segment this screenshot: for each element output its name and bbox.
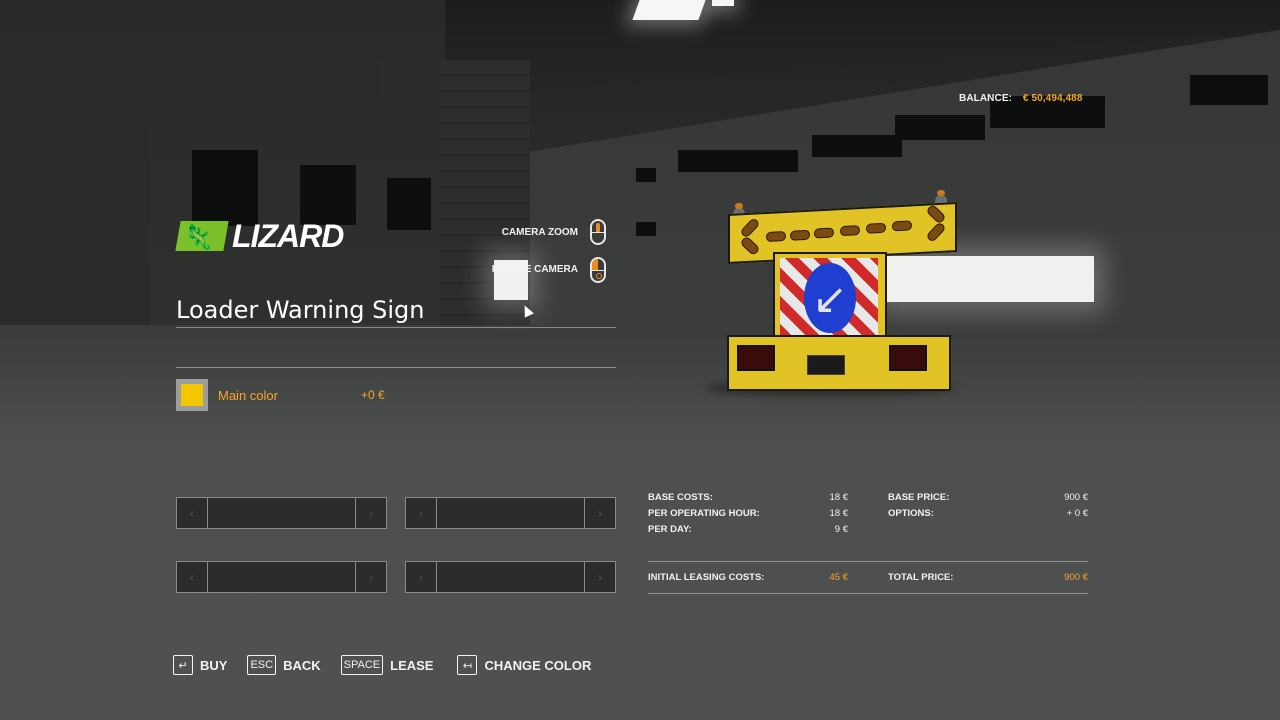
amber-light	[790, 229, 810, 241]
keep-left-arrow-icon: ↙	[804, 263, 856, 333]
per-hour-label: PER OPERATING HOUR:	[648, 508, 760, 519]
base-price-label: BASE PRICE:	[888, 492, 950, 503]
options-value: + 0 €	[1066, 508, 1088, 519]
enter-key-icon: ↵	[173, 655, 193, 675]
amber-light	[739, 235, 761, 257]
license-plate-holder	[807, 355, 845, 375]
amber-light	[925, 203, 947, 225]
title-divider	[176, 327, 616, 328]
vehicle-title: Loader Warning Sign	[176, 296, 425, 324]
camera-zoom-hint: CAMERA ZOOM	[466, 227, 578, 238]
window	[380, 58, 432, 98]
change-color-button[interactable]: ↤ CHANGE COLOR	[457, 655, 591, 675]
window	[387, 178, 431, 230]
window	[895, 115, 985, 140]
brand-name: LIZARD	[232, 218, 344, 254]
options-label: OPTIONS:	[888, 508, 934, 519]
back-label: BACK	[283, 657, 321, 673]
selector-next-button[interactable]: ›	[355, 562, 386, 592]
per-day-label: PER DAY:	[648, 524, 692, 535]
hangar-left-panel	[0, 115, 150, 330]
selector-value	[208, 562, 355, 592]
tail-light-right	[889, 345, 927, 371]
total-price-label: TOTAL PRICE:	[888, 572, 954, 583]
amber-light	[866, 222, 886, 234]
selector-next-button[interactable]: ›	[355, 498, 386, 528]
option-selector[interactable]: ‹ ›	[405, 497, 616, 529]
backspace-key-icon: ↤	[457, 655, 478, 675]
window	[678, 150, 798, 172]
selector-value	[437, 498, 584, 528]
amber-light	[739, 217, 761, 239]
config-label: Main color	[218, 387, 278, 403]
amber-light	[766, 230, 786, 243]
red-white-stripes: ↙	[780, 258, 878, 338]
esc-key-icon: ESC	[247, 655, 277, 675]
per-hour-value: 18 €	[829, 508, 849, 519]
option-selector[interactable]: ‹ ›	[176, 497, 387, 529]
tail-light-left	[737, 345, 775, 371]
mouse-left-drag-icon	[590, 257, 606, 283]
config-divider	[176, 367, 616, 368]
buy-button[interactable]: ↵ BUY	[173, 655, 227, 675]
window	[300, 165, 356, 225]
window	[812, 135, 902, 157]
base-costs-value: 18 €	[829, 492, 849, 503]
leasing-costs-label: INITIAL LEASING COSTS:	[648, 572, 765, 583]
balance-value: € 50,494,488	[1022, 93, 1083, 104]
buy-label: BUY	[200, 657, 228, 673]
amber-light	[840, 225, 860, 237]
balance-label: BALANCE:	[959, 93, 1013, 104]
base-price-value: 900 €	[1064, 492, 1088, 503]
selector-prev-button[interactable]: ‹	[177, 498, 208, 528]
window	[636, 168, 656, 182]
rotate-camera-label: ROTATE CAMERA	[491, 264, 578, 275]
brand-logo: 🦎 LIZARD	[175, 218, 344, 254]
selector-value	[208, 498, 355, 528]
window	[192, 150, 258, 226]
lizard-logo-icon: 🦎	[175, 221, 229, 251]
selector-prev-button[interactable]: ‹	[177, 562, 208, 592]
back-button[interactable]: ESC BACK	[247, 655, 321, 675]
vehicle-preview-loader-warning-sign[interactable]: ↙	[705, 190, 957, 405]
totals-divider-bottom	[648, 593, 1088, 594]
leasing-costs-value: 45 €	[829, 572, 849, 583]
skylight	[632, 0, 706, 20]
color-swatch[interactable]	[176, 379, 208, 411]
lease-button[interactable]: SPACE LEASE	[340, 655, 434, 675]
base-costs-label: BASE COSTS:	[648, 492, 713, 503]
selector-prev-button[interactable]: ‹	[406, 498, 437, 528]
option-selector[interactable]: ‹ ›	[405, 561, 616, 593]
rotate-camera-hint: ROTATE CAMERA	[466, 264, 578, 275]
window	[636, 222, 656, 236]
selector-value	[437, 562, 584, 592]
lease-label: LEASE	[390, 657, 434, 673]
total-price-value: 900 €	[1064, 572, 1088, 583]
config-price: +0 €	[361, 388, 385, 402]
selector-next-button[interactable]: ›	[584, 498, 615, 528]
action-bar: ↵ BUY ESC BACK SPACE LEASE ↤ CHANGE COLO…	[173, 655, 601, 675]
shop-3d-scene: ↙	[0, 0, 1280, 720]
config-item-main-color[interactable]: Main color +0 €	[176, 379, 385, 411]
per-day-value: 9 €	[834, 524, 848, 535]
mouse-wheel-icon	[590, 219, 606, 245]
option-selector[interactable]: ‹ ›	[176, 561, 387, 593]
space-key-icon: SPACE	[340, 655, 384, 675]
warning-panel: ↙	[773, 252, 887, 346]
selector-prev-button[interactable]: ‹	[406, 562, 437, 592]
color-swatch-fill	[181, 384, 203, 406]
window	[1190, 75, 1268, 105]
skylight	[712, 0, 734, 6]
sign-base-frame	[727, 335, 951, 391]
change-color-label: CHANGE COLOR	[484, 657, 592, 673]
amber-light	[892, 220, 912, 232]
totals-divider-top	[648, 561, 1088, 562]
camera-zoom-label: CAMERA ZOOM	[501, 227, 578, 238]
balance-display: BALANCE: € 50,494,488	[959, 93, 1083, 104]
amber-light	[925, 221, 947, 243]
amber-light	[814, 227, 834, 239]
selector-next-button[interactable]: ›	[584, 562, 615, 592]
